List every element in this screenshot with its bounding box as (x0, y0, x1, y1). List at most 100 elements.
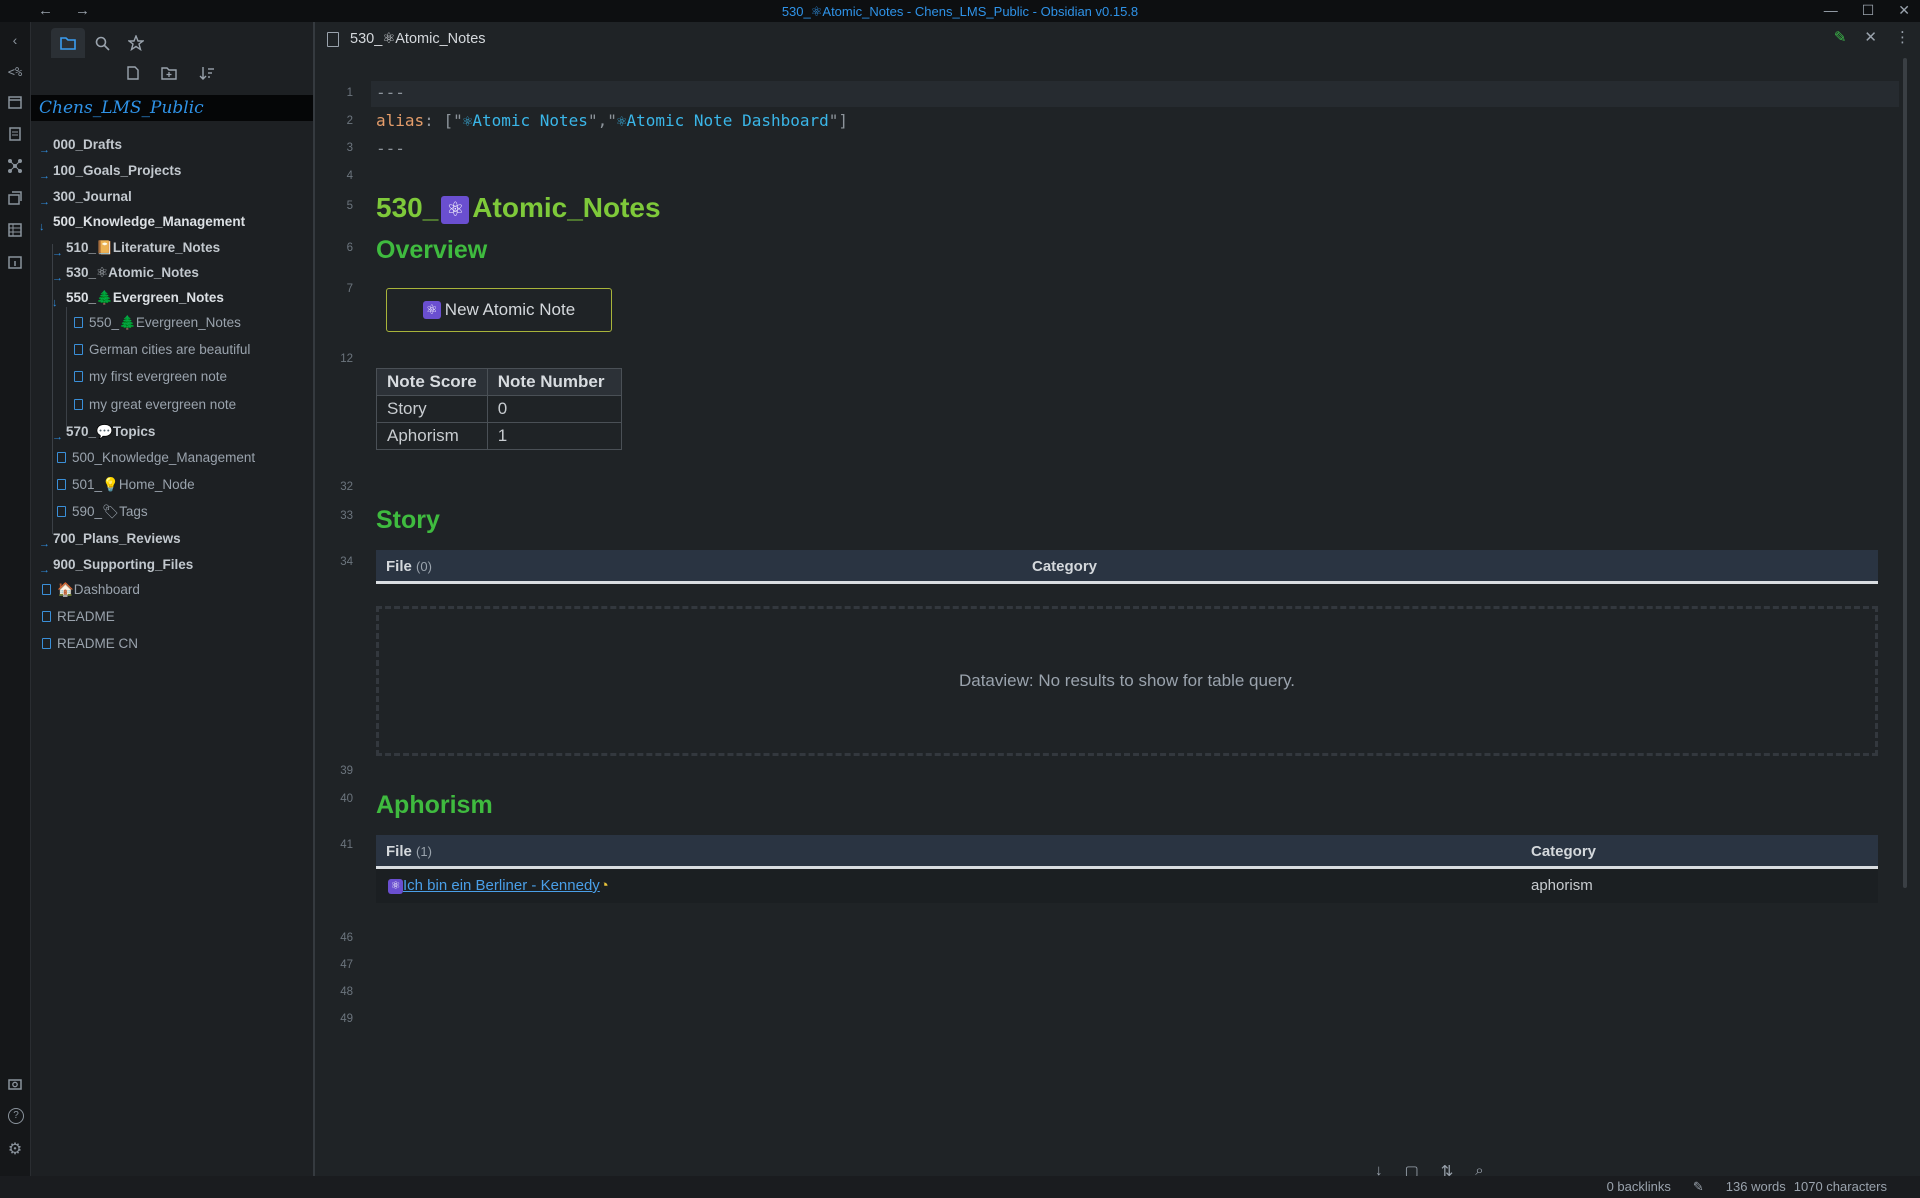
folder-evergreen-notes[interactable]: ↓ 550_🌲Evergreen_Notes (52, 287, 224, 309)
page-heading[interactable]: 530_ ⚛ Atomic_Notes (376, 192, 661, 224)
frontmatter-delimiter[interactable]: --- (376, 139, 405, 158)
table-header: Note Score (376, 368, 488, 396)
column-category[interactable]: Category (1032, 558, 1097, 575)
chevron-right-icon: → (52, 272, 63, 284)
heading-overview[interactable]: Overview (376, 236, 487, 265)
file-icon (57, 506, 66, 517)
chevron-right-icon: → (39, 170, 50, 182)
chevron-down-icon: ↓ (52, 297, 58, 309)
line-number: 46 (340, 932, 353, 944)
line-number: 32 (340, 481, 353, 493)
chevron-right-icon: → (52, 247, 63, 259)
pencil-icon[interactable]: ✎ (1693, 1179, 1704, 1195)
folder-journal[interactable]: → 300_Journal (39, 186, 132, 208)
line-number: 41 (340, 839, 353, 851)
line-number: 34 (340, 556, 353, 568)
help-icon[interactable]: ? (8, 1108, 24, 1124)
left-ribbon: ‹ <% ? ⚙ (0, 22, 31, 1176)
file-explorer-tab-icon[interactable] (51, 28, 85, 58)
file-icon (74, 317, 83, 328)
moon-icon: ◔ (599, 877, 609, 894)
note-link[interactable]: ⚛ Ich bin ein Berliner - Kennedy◔ (388, 877, 609, 894)
line-number: 6 (346, 242, 353, 254)
title-bar: ← → 530_⚛Atomic_Notes - Chens_LMS_Public… (0, 0, 1920, 22)
folder-drafts[interactable]: → 000_Drafts (39, 134, 122, 156)
database-icon[interactable] (5, 222, 25, 242)
file-readme[interactable]: README (42, 606, 115, 628)
character-count: 1070 characters (1793, 1179, 1887, 1194)
frontmatter-delimiter[interactable]: --- (376, 83, 405, 102)
calendar-icon[interactable] (5, 94, 25, 114)
folder-topics[interactable]: → 570_💬Topics (52, 421, 155, 443)
atom-icon: ⚛ (441, 195, 470, 224)
new-note-icon[interactable] (127, 66, 139, 84)
table-row: Aphorism 1 (376, 422, 622, 450)
table-row: ⚛ Ich bin ein Berliner - Kennedy◔ aphoris… (376, 869, 1878, 903)
table-header: Note Number (486, 368, 622, 396)
file-icon (74, 371, 83, 382)
word-count: 136 words (1725, 1179, 1786, 1194)
folder-plans-reviews[interactable]: → 700_Plans_Reviews (39, 528, 181, 550)
file-evergreen-notes[interactable]: 550_🌲Evergreen_Notes (74, 312, 241, 334)
note-score-table: Note Score Note Number Story 0 Aphorism … (376, 368, 622, 450)
folder-atomic-notes[interactable]: → 530_⚛Atomic_Notes (52, 262, 199, 284)
line-number: 12 (340, 353, 353, 365)
line-number: 5 (346, 200, 353, 212)
graph-view-icon[interactable] (5, 158, 25, 178)
column-file[interactable]: File (0) (386, 558, 432, 575)
sort-icon[interactable] (199, 66, 215, 84)
line-number: 4 (346, 170, 353, 182)
story-table-header: File (0) Category (376, 550, 1878, 584)
dataview-empty-message: Dataview: No results to show for table q… (376, 606, 1878, 756)
backlinks-count[interactable]: 0 backlinks (1607, 1179, 1671, 1195)
folder-supporting-files[interactable]: → 900_Supporting_Files (39, 554, 193, 576)
file-readme-cn[interactable]: README CN (42, 633, 138, 655)
camera-icon[interactable] (5, 1076, 25, 1096)
file-tags[interactable]: 590_🏷Tags (57, 501, 148, 523)
new-folder-icon[interactable] (161, 66, 177, 84)
bookmarks-tab-icon[interactable] (119, 28, 153, 58)
maximize-button[interactable]: ☐ (1862, 2, 1875, 19)
collapse-sidebar-icon[interactable]: ‹ (5, 30, 25, 50)
heading-story[interactable]: Story (376, 506, 440, 535)
file-icon (57, 479, 66, 490)
command-palette-icon[interactable]: <% (5, 62, 25, 82)
close-tab-icon[interactable]: ✕ (1864, 28, 1877, 46)
edit-mode-icon[interactable]: ✎ (1834, 28, 1847, 46)
cards-icon[interactable] (5, 190, 25, 210)
line-number: 2 (346, 115, 353, 127)
file-icon (57, 452, 66, 463)
folder-knowledge-management[interactable]: ↓ 500_Knowledge_Management (39, 211, 245, 233)
line-number: 47 (340, 959, 353, 971)
column-file[interactable]: File (1) (386, 843, 432, 860)
new-atomic-note-button[interactable]: ⚛ New Atomic Note (386, 288, 612, 332)
tab-title[interactable]: 530_⚛Atomic_Notes (350, 31, 486, 47)
line-number: 3 (346, 142, 353, 154)
file-icon (42, 638, 51, 649)
settings-gear-icon[interactable]: ⚙ (5, 1140, 25, 1160)
column-category[interactable]: Category (1531, 843, 1596, 860)
daily-note-icon[interactable] (5, 254, 25, 274)
template-icon[interactable] (5, 126, 25, 146)
heading-aphorism[interactable]: Aphorism (376, 791, 493, 820)
tab-header: 530_⚛Atomic_Notes ✎ ✕ ⋮ (315, 22, 1920, 58)
folder-literature-notes[interactable]: → 510_📔Literature_Notes (52, 237, 220, 259)
file-knowledge-management[interactable]: 500_Knowledge_Management (57, 447, 255, 469)
file-home-node[interactable]: 501_💡Home_Node (57, 474, 195, 496)
file-german-cities[interactable]: German cities are beautiful (74, 339, 250, 361)
frontmatter-alias-line[interactable]: alias: ["⚛Atomic Notes","⚛Atomic Note Da… (376, 111, 848, 130)
scrollbar[interactable] (1903, 58, 1907, 888)
file-icon (74, 344, 83, 355)
search-tab-icon[interactable] (85, 28, 119, 58)
close-window-button[interactable]: ✕ (1898, 2, 1910, 19)
more-options-icon[interactable]: ⋮ (1895, 28, 1910, 46)
editor-pane: 530_⚛Atomic_Notes ✎ ✕ ⋮ 1 2 3 4 5 6 7 12… (315, 22, 1920, 1180)
file-icon (74, 399, 83, 410)
folder-goals-projects[interactable]: → 100_Goals_Projects (39, 160, 181, 182)
file-dashboard[interactable]: 🏠Dashboard (42, 579, 140, 601)
file-great-evergreen-note[interactable]: my great evergreen note (74, 394, 236, 416)
file-first-evergreen-note[interactable]: my first evergreen note (74, 366, 227, 388)
chevron-right-icon: → (39, 564, 50, 576)
minimize-button[interactable]: — (1824, 2, 1838, 19)
vault-name[interactable]: Chens_LMS_Public (31, 95, 313, 121)
